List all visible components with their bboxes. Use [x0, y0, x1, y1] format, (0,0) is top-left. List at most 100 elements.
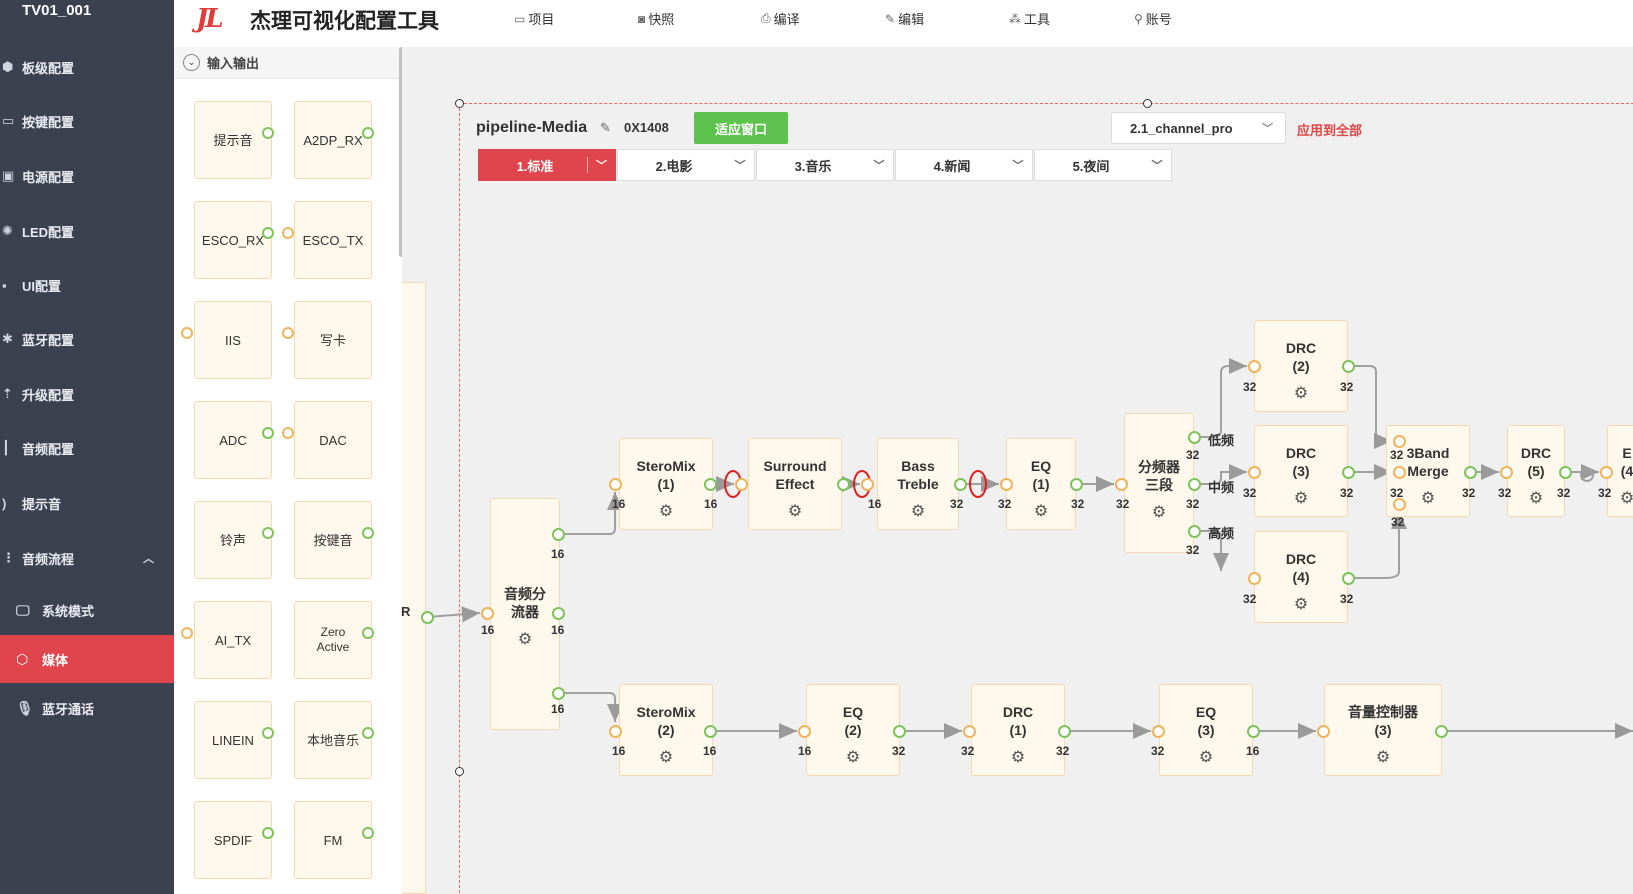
connection-wire[interactable]	[426, 606, 481, 623]
node-title: Bass Treble	[878, 457, 958, 493]
node-title: 音量控制器 (3)	[1325, 703, 1441, 739]
pipeline-node[interactable]: EQ (1) ⚙	[1006, 438, 1076, 530]
output-port[interactable]	[837, 478, 850, 491]
gear-icon[interactable]: ⚙	[1255, 490, 1347, 508]
pipeline-node[interactable]: SteroMix (2) ⚙	[619, 684, 713, 776]
input-port[interactable]	[798, 725, 811, 738]
gear-icon[interactable]: ⚙	[1508, 490, 1564, 508]
gear-icon[interactable]: ⚙	[1255, 596, 1347, 614]
input-port[interactable]	[609, 725, 622, 738]
input-port[interactable]	[609, 478, 622, 491]
node-title-line: (5)	[1527, 463, 1545, 479]
output-port[interactable]	[704, 478, 717, 491]
output-port[interactable]	[1464, 466, 1477, 479]
port-count-label: 32	[1340, 592, 1354, 606]
node-title-line: EQ	[1195, 704, 1217, 720]
pipeline-node[interactable]: DRC (2) ⚙	[1254, 320, 1348, 412]
pipeline-node[interactable]: DRC (1) ⚙	[971, 684, 1065, 776]
port-count-label: 32	[1243, 380, 1257, 394]
pipeline-node[interactable]: DRC (5) ⚙	[1507, 425, 1565, 517]
gear-icon[interactable]: ⚙	[1255, 385, 1347, 403]
input-port[interactable]	[481, 607, 494, 620]
input-port[interactable]	[735, 478, 748, 491]
output-port[interactable]	[1559, 466, 1572, 479]
pipeline-node[interactable]: EQ (3) ⚙	[1159, 684, 1253, 776]
gear-icon[interactable]: ⚙	[749, 503, 841, 521]
output-port[interactable]	[552, 528, 565, 541]
input-port[interactable]	[1152, 725, 1165, 738]
port-count-label: 32	[1340, 486, 1354, 500]
input-port[interactable]	[1393, 466, 1406, 479]
node-title-line: (3)	[1374, 722, 1392, 738]
output-port[interactable]	[893, 725, 906, 738]
connection-wire[interactable]	[558, 692, 623, 722]
input-port[interactable]	[1248, 572, 1261, 585]
gear-icon[interactable]: ⚙	[807, 749, 899, 767]
node-title-line: DRC	[1520, 445, 1552, 461]
pipeline-node[interactable]: Surround Effect ⚙	[748, 438, 842, 530]
pipeline-node[interactable]: Bass Treble ⚙	[877, 438, 959, 530]
input-port[interactable]	[1393, 435, 1406, 448]
pipeline-node[interactable]: 音量控制器 (3) ⚙	[1324, 684, 1442, 776]
gear-icon[interactable]: ⚙	[1160, 749, 1252, 767]
connection-wire[interactable]	[558, 492, 623, 535]
output-port[interactable]	[704, 725, 717, 738]
output-port[interactable]	[1435, 725, 1448, 738]
output-port[interactable]	[421, 611, 434, 624]
input-port[interactable]	[1248, 360, 1261, 373]
gear-icon[interactable]: ⚙	[620, 749, 712, 767]
output-port[interactable]	[552, 687, 565, 700]
pipeline-node[interactable]: SteroMix (1) ⚙	[619, 438, 713, 530]
node-title: DRC (3)	[1255, 444, 1347, 480]
input-port[interactable]	[1317, 725, 1330, 738]
output-port[interactable]	[1188, 478, 1201, 491]
port-count-label: 32	[1390, 448, 1404, 462]
port-count-label: 16	[704, 497, 718, 511]
node-title: DRC (5)	[1508, 444, 1564, 480]
gear-icon[interactable]: ⚙	[491, 631, 559, 649]
gear-icon[interactable]: ⚙	[620, 503, 712, 521]
band-label: 中频	[1208, 480, 1235, 495]
gear-icon[interactable]: ⚙	[1608, 490, 1633, 508]
port-count-label: 16	[481, 623, 495, 637]
port-count-label: 32	[1056, 744, 1070, 758]
gear-icon[interactable]: ⚙	[1125, 504, 1193, 522]
output-port[interactable]	[1247, 725, 1260, 738]
node-title-line: Effect	[775, 476, 815, 492]
port-count-label: 32	[892, 744, 906, 758]
gear-icon[interactable]: ⚙	[972, 749, 1064, 767]
output-port[interactable]	[1342, 466, 1355, 479]
input-port[interactable]	[1500, 466, 1513, 479]
gear-icon[interactable]: ⚙	[878, 503, 958, 521]
pipeline-node[interactable]: DRC (4) ⚙	[1254, 531, 1348, 623]
node-title: DRC (2)	[1255, 339, 1347, 375]
port-count-label: 32	[1391, 515, 1405, 529]
output-port[interactable]	[1070, 478, 1083, 491]
node-title-line: (2)	[1292, 358, 1310, 374]
connection-wire[interactable]	[1194, 358, 1247, 438]
node-title: EQ (1)	[1007, 457, 1075, 493]
node-title: SteroMix (1)	[620, 457, 712, 493]
input-port[interactable]	[1248, 466, 1261, 479]
input-port[interactable]	[963, 725, 976, 738]
output-port[interactable]	[1188, 431, 1201, 444]
pipeline-node[interactable]: DRC (3) ⚙	[1254, 425, 1348, 517]
input-port[interactable]	[1600, 466, 1613, 479]
pipeline-node[interactable]: 音频分 流器 ⚙	[490, 498, 560, 730]
input-port[interactable]	[1000, 478, 1013, 491]
output-port[interactable]	[1188, 525, 1201, 538]
gear-icon[interactable]: ⚙	[1325, 749, 1441, 767]
pipeline-node[interactable]: 分频器 三段 ⚙	[1124, 413, 1194, 553]
port-count-label: 32	[1186, 497, 1200, 511]
output-port[interactable]	[1342, 572, 1355, 585]
input-port[interactable]	[1115, 478, 1128, 491]
output-port[interactable]	[1342, 360, 1355, 373]
port-count-label: 16	[551, 547, 565, 561]
output-port[interactable]	[954, 478, 967, 491]
pipeline-node[interactable]: EQ (2) ⚙	[806, 684, 900, 776]
output-port[interactable]	[1058, 725, 1071, 738]
gear-icon[interactable]: ⚙	[1007, 503, 1075, 521]
output-port[interactable]	[552, 607, 565, 620]
port-count-label: 32	[1390, 486, 1404, 500]
input-port[interactable]	[861, 478, 874, 491]
